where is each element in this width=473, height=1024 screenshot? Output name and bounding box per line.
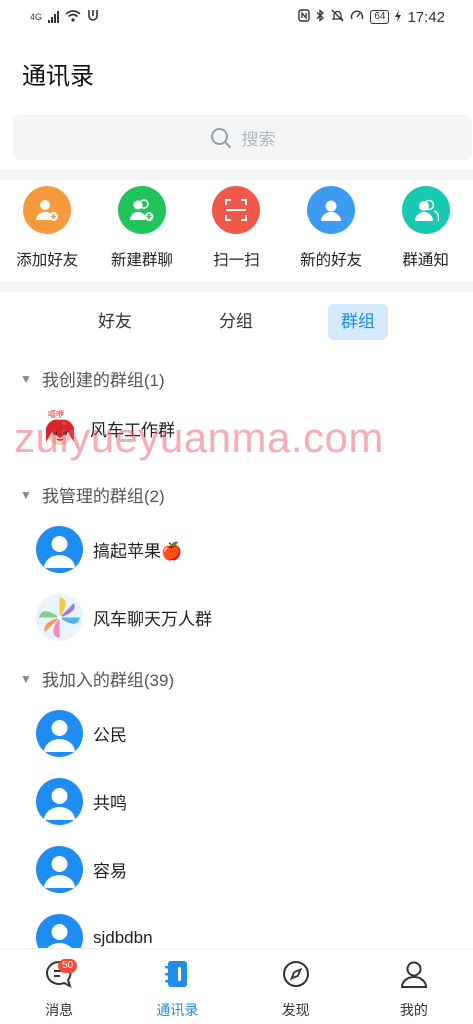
nav-contacts[interactable]: 通讯录 [118,949,236,1024]
section-title: 我加入的群组(39) [41,671,175,690]
search-input[interactable]: 搜索 [13,115,472,160]
group-name: 容易 [93,862,127,881]
default-avatar [36,778,83,825]
group-row[interactable]: 搞起苹果🍎 [36,526,182,573]
speed-icon [350,9,364,25]
status-bar: 4G 64 17:42 [0,0,473,34]
page-title: 通讯录 [22,63,94,90]
nav-label: 我的 [399,1002,428,1018]
signal-icon [48,11,60,23]
qa-label: 新的好友 [300,252,363,269]
tab-friends[interactable]: 好友 [86,304,144,340]
profile-icon [399,959,429,994]
qa-label: 新建群聊 [110,252,173,269]
bluetooth-icon [316,9,325,25]
group-name: 搞起苹果🍎 [93,542,183,561]
wifi-icon [65,9,81,25]
group-name: 风车聊天万人群 [93,610,212,629]
contact-tabs: 好友 分组 群组 [0,304,473,340]
status-left: 4G [30,9,99,25]
default-avatar [36,526,83,573]
qa-label: 扫一扫 [213,252,260,269]
nav-label: 通讯录 [156,1002,199,1018]
group-name: 公民 [93,726,127,745]
clock: 17:42 [407,8,445,26]
divider [0,282,473,292]
group-row[interactable]: 公民 [36,710,127,757]
bottom-nav: 50 消息 通讯录 发现 我的 [0,948,473,1024]
caret-down-icon: ▼ [20,671,32,686]
qa-label: 添加好友 [16,252,79,269]
contacts-icon [162,959,192,994]
charging-icon [395,9,402,25]
nav-label: 发现 [281,1002,310,1018]
group-notice-icon [401,186,450,234]
quick-actions: 添加好友 新建群聊 扫一扫 新的好友 群通知 [0,186,473,276]
add-friend-button[interactable]: 添加好友 [0,186,95,276]
compass-icon [281,959,311,994]
nav-profile[interactable]: 我的 [355,949,473,1024]
divider [0,170,473,180]
pinwheel-avatar [36,594,83,641]
nfc-icon [298,9,311,25]
new-group-icon [117,186,166,234]
mute-icon [331,9,344,25]
section-title: 我管理的群组(2) [41,487,165,506]
caret-down-icon: ▼ [20,487,32,502]
new-friend-icon [307,186,356,234]
network-type: 4G [30,12,43,22]
group-row[interactable]: 共鸣 [36,778,127,825]
new-friend-button[interactable]: 新的好友 [284,186,379,276]
watermark: zuiyueyuanma.com [14,414,384,461]
section-header-managed[interactable]: ▼ 我管理的群组(2) [20,482,165,507]
tab-groups-by-category[interactable]: 分组 [207,304,265,340]
app-notification-icon [87,9,99,25]
default-avatar [36,846,83,893]
qa-label: 群通知 [402,252,449,269]
group-name: 共鸣 [93,794,127,813]
nav-discover[interactable]: 发现 [237,949,355,1024]
caret-down-icon: ▼ [20,371,32,386]
search-icon [210,127,232,149]
scan-button[interactable]: 扫一扫 [189,186,284,276]
unread-badge: 50 [58,959,78,973]
section-header-created[interactable]: ▼ 我创建的群组(1) [20,366,165,391]
status-right: 64 17:42 [298,9,445,26]
add-friend-icon [23,186,72,234]
battery-indicator: 64 [370,10,390,24]
default-avatar [36,710,83,757]
nav-label: 消息 [45,1002,74,1018]
scan-icon [212,186,261,234]
search-placeholder: 搜索 [241,130,276,149]
group-name: sjdbdbn [93,927,153,947]
section-header-joined[interactable]: ▼ 我加入的群组(39) [20,666,174,691]
group-row[interactable]: 容易 [36,846,127,893]
section-title: 我创建的群组(1) [41,371,165,390]
new-group-button[interactable]: 新建群聊 [95,186,190,276]
tab-groups[interactable]: 群组 [328,304,388,340]
group-row[interactable]: 风车聊天万人群 [36,594,212,641]
nav-messages[interactable]: 50 消息 [0,949,118,1024]
group-notice-button[interactable]: 群通知 [378,186,473,276]
